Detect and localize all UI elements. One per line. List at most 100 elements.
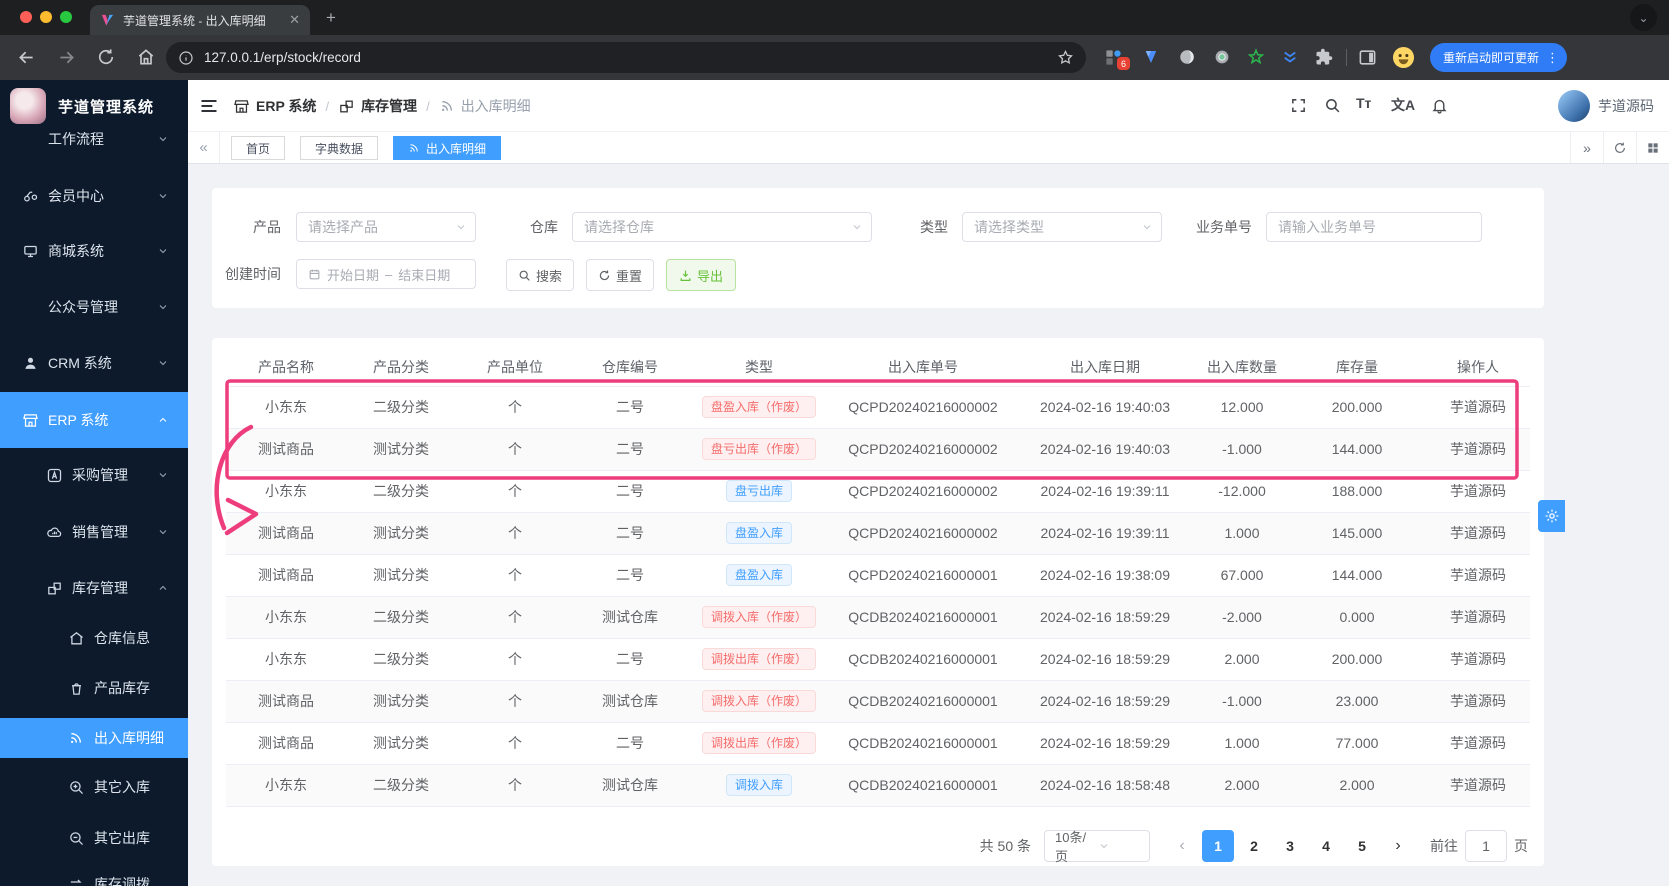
table-row[interactable]: 小东东 二级分类个二号 调拨出库（作废） QCDB20240216000001 2024… bbox=[226, 638, 1530, 681]
table-row[interactable]: 测试商品 测试分类个二号 盘盈入库 QCPD20240216000002 2024-02… bbox=[226, 512, 1530, 555]
table-row[interactable]: 小东东 二级分类个测试仓库 调拨入库（作废） QCDB20240216000001 20… bbox=[226, 596, 1530, 639]
logo-avatar bbox=[10, 88, 46, 124]
table-cell: 测试分类 bbox=[346, 512, 456, 555]
tab-close-icon[interactable]: ✕ bbox=[289, 12, 300, 28]
sidebar-item-3[interactable]: 商城系统 bbox=[0, 227, 188, 275]
window-close-button[interactable] bbox=[20, 11, 32, 23]
date-range-picker[interactable]: 开始日期 – 结束日期 bbox=[296, 259, 476, 289]
prev-page-icon[interactable]: ‹ bbox=[1166, 830, 1198, 862]
breadcrumb-item[interactable]: 库存管理 bbox=[338, 96, 417, 116]
record-icon bbox=[68, 730, 84, 746]
table-row[interactable]: 小东东 二级分类个二号 盘盈入库（作废） QCPD20240216000002 2024… bbox=[226, 386, 1530, 429]
page-number-1[interactable]: 1 bbox=[1202, 830, 1234, 862]
table-cell: 2024-02-16 19:39:11 bbox=[1014, 512, 1196, 555]
table-row[interactable]: 测试商品 测试分类个测试仓库 调拨入库（作废） QCDB20240216000001 2… bbox=[226, 680, 1530, 723]
browser-menu-icon[interactable]: ⋮ bbox=[1546, 50, 1559, 66]
sidebar-item-4[interactable]: 公众号管理 bbox=[0, 283, 188, 331]
extension-star-icon[interactable] bbox=[1247, 48, 1266, 67]
fullscreen-icon[interactable] bbox=[1290, 97, 1307, 114]
back-icon[interactable] bbox=[16, 47, 37, 68]
browser-profile-avatar[interactable] bbox=[1392, 46, 1415, 69]
extension-sphere-icon[interactable] bbox=[1178, 48, 1197, 67]
table-cell: 个 bbox=[456, 470, 574, 513]
column-header: 出入库数量 bbox=[1196, 348, 1288, 387]
notification-bell-icon[interactable] bbox=[1431, 97, 1448, 114]
font-size-icon[interactable]: Tт bbox=[1356, 95, 1371, 111]
sidebar-item-5[interactable]: CRM 系统 bbox=[0, 339, 188, 387]
type-badge: 盘盈入库 bbox=[725, 564, 792, 586]
sidebar-item-10[interactable]: 仓库信息 bbox=[0, 618, 188, 658]
window-zoom-button[interactable] bbox=[60, 11, 72, 23]
browser-update-button[interactable]: 重新启动即可更新 ⋮ bbox=[1430, 43, 1568, 72]
extensions-puzzle-icon[interactable] bbox=[1315, 48, 1334, 67]
breadcrumb-item[interactable]: ERP 系统 bbox=[233, 96, 316, 116]
table-row[interactable]: 小东东 二级分类个二号 盘亏出库 QCPD20240216000002 2024-02-… bbox=[226, 470, 1530, 513]
table-cell: QCPD20240216000001 bbox=[832, 554, 1014, 597]
reload-icon[interactable] bbox=[96, 47, 117, 68]
sidebar-item-8[interactable]: 销售管理 bbox=[0, 510, 188, 554]
forward-icon[interactable] bbox=[56, 47, 77, 68]
table-cell: QCPD20240216000002 bbox=[832, 386, 1014, 429]
username[interactable]: 芋道源码 bbox=[1598, 96, 1654, 116]
sidebar-item-11[interactable]: 产品库存 bbox=[0, 668, 188, 708]
sidebar-item-13[interactable]: 其它入库 bbox=[0, 767, 188, 807]
table-row[interactable]: 测试商品 测试分类个二号 盘盈入库 QCPD20240216000001 2024-02… bbox=[226, 554, 1530, 597]
home-icon[interactable] bbox=[136, 47, 157, 68]
table-cell: 2024-02-16 18:58:48 bbox=[1014, 764, 1196, 807]
settings-drawer-button[interactable] bbox=[1538, 500, 1565, 532]
search-icon[interactable] bbox=[1324, 97, 1341, 114]
table-cell: 二级分类 bbox=[346, 764, 456, 807]
extension-ring-icon[interactable] bbox=[1213, 48, 1232, 67]
page-number-2[interactable]: 2 bbox=[1238, 830, 1270, 862]
search-button[interactable]: 搜索 bbox=[506, 259, 574, 291]
table-row[interactable]: 测试商品 测试分类个二号 盘亏出库（作废） QCPD20240216000002 202… bbox=[226, 428, 1530, 471]
page-number-4[interactable]: 4 bbox=[1310, 830, 1342, 862]
site-info-icon[interactable] bbox=[178, 50, 194, 66]
layout-grid-icon[interactable] bbox=[1636, 132, 1669, 163]
bizno-input[interactable]: 请输入业务单号 bbox=[1266, 212, 1482, 242]
url-bar[interactable]: 127.0.0.1/erp/stock/record bbox=[166, 42, 1086, 73]
table-row[interactable]: 测试商品 测试分类个二号 调拨出库（作废） QCDB20240216000001 202… bbox=[226, 722, 1530, 765]
url-text[interactable]: 127.0.0.1/erp/stock/record bbox=[204, 50, 1047, 65]
browser-tab[interactable]: 芋道管理系统 - 出入库明细 ✕ bbox=[90, 5, 310, 35]
user-avatar[interactable] bbox=[1558, 90, 1590, 122]
sidebar-item-label: 其它出库 bbox=[94, 830, 150, 846]
sidebar-item-12[interactable]: 出入库明细 bbox=[0, 718, 188, 758]
page-number-5[interactable]: 5 bbox=[1346, 830, 1378, 862]
chevron-down-icon bbox=[157, 133, 169, 145]
app-logo[interactable]: 芋道管理系统 bbox=[0, 80, 188, 132]
extension-gem-icon[interactable] bbox=[1142, 48, 1161, 67]
sidebar-item-7[interactable]: 采购管理 bbox=[0, 453, 188, 497]
tag-tab-3[interactable]: 出入库明细 bbox=[393, 136, 502, 160]
table-row[interactable]: 小东东 二级分类个测试仓库 调拨入库 QCDB20240216000001 2024-0… bbox=[226, 764, 1530, 807]
bookmark-star-icon[interactable] bbox=[1057, 49, 1074, 66]
tag-tab-1[interactable]: 首页 bbox=[231, 136, 286, 160]
side-panel-icon[interactable] bbox=[1358, 48, 1377, 67]
page-number-3[interactable]: 3 bbox=[1274, 830, 1306, 862]
collapse-menu-icon[interactable] bbox=[199, 96, 219, 116]
next-page-icon[interactable]: › bbox=[1382, 830, 1414, 862]
tab-search-icon[interactable]: ⌄ bbox=[1630, 4, 1657, 31]
sidebar-item-6[interactable]: ERP 系统 bbox=[0, 392, 188, 448]
warehouse-select[interactable]: 请选择仓库 bbox=[572, 212, 872, 242]
sidebar-item-14[interactable]: 其它出库 bbox=[0, 818, 188, 858]
tag-tab-2[interactable]: 字典数据 bbox=[300, 136, 379, 160]
search-icon bbox=[519, 270, 530, 281]
tags-refresh-icon[interactable] bbox=[1603, 132, 1636, 163]
page-size-select[interactable]: 10条/页 bbox=[1044, 830, 1150, 864]
extension-chevrons-icon[interactable] bbox=[1281, 48, 1300, 67]
window-minimize-button[interactable] bbox=[40, 11, 52, 23]
reset-button[interactable]: 重置 bbox=[586, 259, 654, 291]
export-button[interactable]: 导出 bbox=[666, 259, 736, 291]
sidebar-item-2[interactable]: 会员中心 bbox=[0, 172, 188, 220]
goto-page-input[interactable] bbox=[1465, 830, 1507, 862]
new-tab-button[interactable]: + bbox=[326, 8, 336, 28]
product-select[interactable]: 请选择产品 bbox=[296, 212, 476, 242]
type-select[interactable]: 请选择类型 bbox=[962, 212, 1162, 242]
sidebar-item-9[interactable]: 库存管理 bbox=[0, 566, 188, 610]
tags-scroll-right-icon[interactable]: » bbox=[1570, 132, 1603, 163]
sidebar-item-15[interactable]: 库存调拨 bbox=[0, 864, 188, 886]
tags-scroll-left-icon[interactable]: « bbox=[188, 132, 220, 163]
language-icon[interactable]: 文A bbox=[1391, 95, 1415, 115]
breadcrumb-item[interactable]: 出入库明细 bbox=[439, 96, 531, 116]
